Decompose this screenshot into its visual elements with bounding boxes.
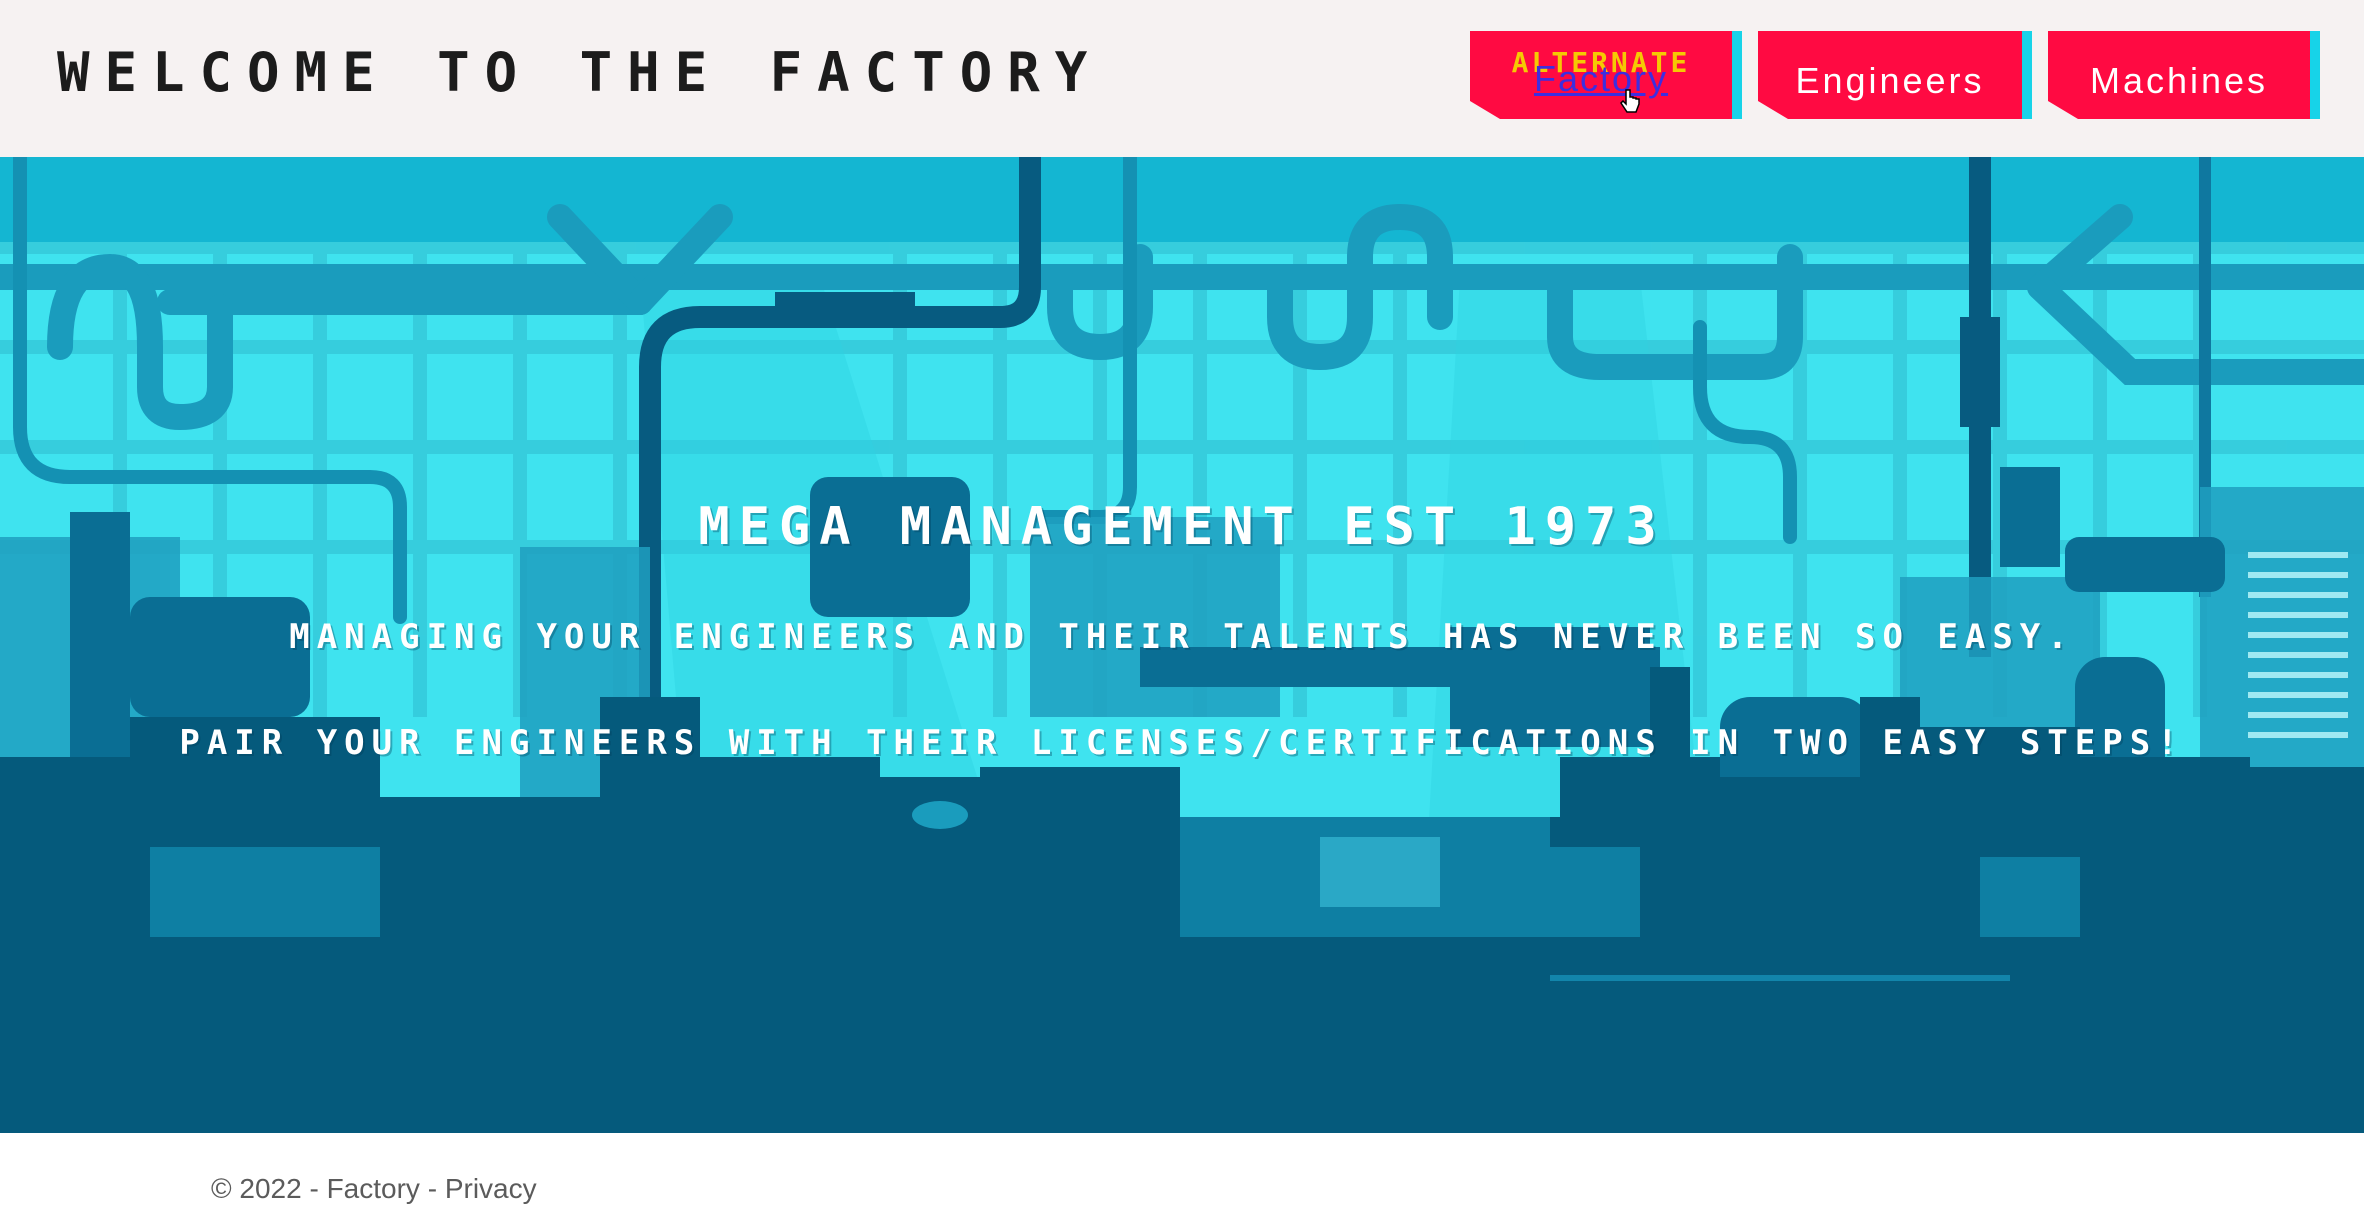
footer-copyright: © 2022 - Factory - Privacy — [211, 1169, 537, 1209]
hero-subtagline: PAIR YOUR ENGINEERS WITH THEIR LICENSES/… — [179, 723, 2185, 763]
site-footer: © 2022 - Factory - Privacy — [0, 1133, 2364, 1224]
nav-engineers-label: Engineers — [1795, 60, 1985, 101]
hero-banner: MEGA MANAGEMENT EST 1973 MANAGING YOUR E… — [0, 157, 2364, 1133]
footer-copyright-text: © 2022 - Factory - — [211, 1173, 445, 1204]
nav-factory-label[interactable]: Factory — [1470, 31, 1732, 119]
mouse-pointer-icon — [1620, 89, 1640, 113]
footer-privacy-link[interactable]: Privacy — [445, 1173, 537, 1204]
hero-tagline: MANAGING YOUR ENGINEERS AND THEIR TALENT… — [289, 617, 2075, 657]
nav-machines-label: Machines — [2089, 60, 2269, 101]
nav-machines-button[interactable]: Machines — [2048, 31, 2320, 119]
hero-heading: MEGA MANAGEMENT EST 1973 — [698, 497, 1666, 557]
nav-engineers-button[interactable]: Engineers — [1758, 31, 2032, 119]
nav-factory-button[interactable]: ALTERNATE Factory — [1470, 31, 1742, 119]
site-title: WELCOME TO THE FACTORY — [57, 41, 1103, 104]
site-header: WELCOME TO THE FACTORY ALTERNATE Factory… — [0, 0, 2364, 157]
